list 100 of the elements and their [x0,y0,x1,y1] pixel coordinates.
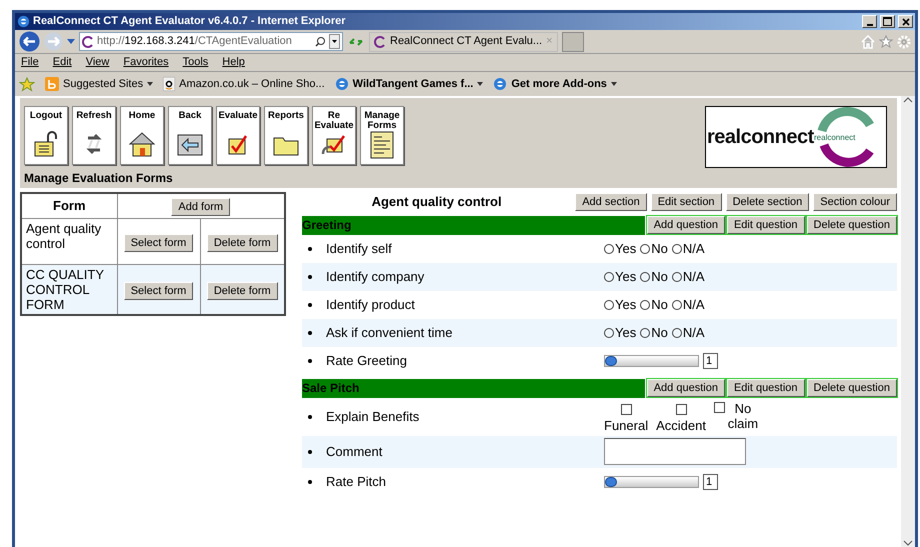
browser-tab[interactable]: RealConnect CT Agent Evalu... × [369,32,558,52]
toolbar-button[interactable]: Home [120,106,164,165]
site-icon [45,77,59,91]
site-icon [374,36,386,48]
address-bar[interactable]: http://192.168.3.241/CTAgentEvaluation [79,32,343,51]
radio-button[interactable] [604,244,614,254]
section-toolbar-button[interactable]: Delete section [726,192,810,211]
back-nav-icon[interactable] [19,31,40,52]
page-heading: Manage Evaluation Forms [24,170,173,187]
settings-icon[interactable] [897,34,911,48]
radio-label: No [651,268,668,286]
comment-field[interactable] [604,438,746,465]
section-toolbar-button[interactable]: Edit section [650,192,722,211]
value-field[interactable]: 1 [703,474,718,490]
checkbox[interactable] [620,404,632,414]
maximize-icon [883,17,892,26]
site-icon [163,77,176,91]
question-toolbar-button[interactable]: Add question [646,379,725,397]
slider-track[interactable] [604,354,699,366]
radio-button[interactable] [640,328,650,338]
menu-item[interactable]: Help [222,54,245,71]
radio-button[interactable] [640,272,650,282]
radio-label: N/A [682,240,705,258]
favorites-link[interactable]: WildTangent Games f... [352,76,474,92]
radio-label: N/A [682,324,705,342]
radio-button[interactable] [640,300,650,310]
dropdown-icon[interactable] [147,82,154,86]
toolbar-button[interactable]: Evaluate [216,106,260,165]
minimize-button[interactable] [862,15,877,28]
favorites-link[interactable]: Suggested Sites [63,76,144,92]
site-icon [82,36,94,48]
checkbox[interactable] [676,404,687,414]
question-label: Identify self [326,240,392,258]
radio-label: N/A [682,296,705,314]
minimize-icon [866,24,872,26]
favorites-link[interactable]: Get more Add-ons [511,76,607,92]
menu-item[interactable]: File [21,54,39,71]
close-icon [902,18,910,26]
section-toolbar-button[interactable]: Section colour [813,192,897,211]
scroll-up-icon[interactable] [903,96,913,104]
toolbar-button[interactable]: Refresh [72,106,116,165]
toolbar-button[interactable]: Back [168,106,212,165]
column-header: Form [21,193,117,218]
section-toolbar-button[interactable]: Add section [575,192,647,211]
question-label: Rate Greeting [326,352,407,370]
browser-logo-icon [334,77,349,91]
question-toolbar-button[interactable]: Edit question [726,216,805,234]
radio-button[interactable] [640,244,650,254]
bullet-icon [308,480,312,484]
search-icon[interactable] [315,36,326,47]
question-label: Identify company [326,268,424,286]
radio-button[interactable] [672,244,682,254]
toolbar-button[interactable]: Logout [24,106,68,165]
menu-item[interactable]: Edit [52,54,72,71]
delete-form-button[interactable]: Delete form [206,234,278,252]
toolbar-button[interactable]: Reports [264,106,308,165]
menu-item[interactable]: View [86,54,110,71]
select-form-button[interactable]: Select form [124,282,194,300]
form-title: Agent quality control [370,193,503,211]
dropdown-icon[interactable] [477,82,484,86]
bullet-icon [308,274,312,278]
scroll-down-icon[interactable] [903,539,913,547]
radio-button[interactable] [604,328,614,338]
close-button[interactable] [898,15,913,28]
slider-thumb[interactable] [605,476,617,486]
delete-form-button[interactable]: Delete form [206,282,278,300]
radio-label: No [651,296,668,314]
section-header: Sale Pitch [302,378,645,398]
radio-button[interactable] [672,272,682,282]
dropdown-icon[interactable] [329,34,340,49]
maximize-button[interactable] [880,15,895,28]
checkbox[interactable] [714,402,725,412]
toolbar-button[interactable]: Re Evaluate [312,106,356,165]
radio-button[interactable] [604,300,614,310]
radio-button[interactable] [672,300,682,310]
select-form-button[interactable]: Select form [124,234,194,252]
favorites-link[interactable]: Amazon.co.uk – Online Sho... [179,76,325,92]
toolbar-button[interactable]: Manage Forms [360,106,404,165]
radio-label: Yes [615,296,636,314]
section-header: Greeting [302,216,645,234]
url-text: http://192.168.3.241/CTAgentEvaluation [97,34,293,50]
add-form-button[interactable]: Add form [171,198,230,216]
question-toolbar-button[interactable]: Edit question [726,379,805,397]
slider-thumb[interactable] [605,356,617,366]
browser-logo-icon [493,77,508,91]
question-toolbar-button[interactable]: Add question [646,216,725,234]
value-field[interactable]: 1 [703,352,718,368]
document-icon [368,130,396,160]
bullet-icon [308,246,312,250]
radio-button[interactable] [604,272,614,282]
favorites-star-icon[interactable] [19,76,35,92]
star-icon[interactable] [879,34,893,48]
menu-item[interactable]: Favorites [123,54,169,71]
question-toolbar-button[interactable]: Delete question [806,379,897,397]
slider-track[interactable] [604,476,699,488]
dropdown-icon[interactable] [610,82,617,86]
question-toolbar-button[interactable]: Delete question [806,216,897,234]
radio-button[interactable] [672,328,682,338]
menu-item[interactable]: Tools [182,54,208,71]
vertical-scrollbar[interactable] [901,96,915,547]
